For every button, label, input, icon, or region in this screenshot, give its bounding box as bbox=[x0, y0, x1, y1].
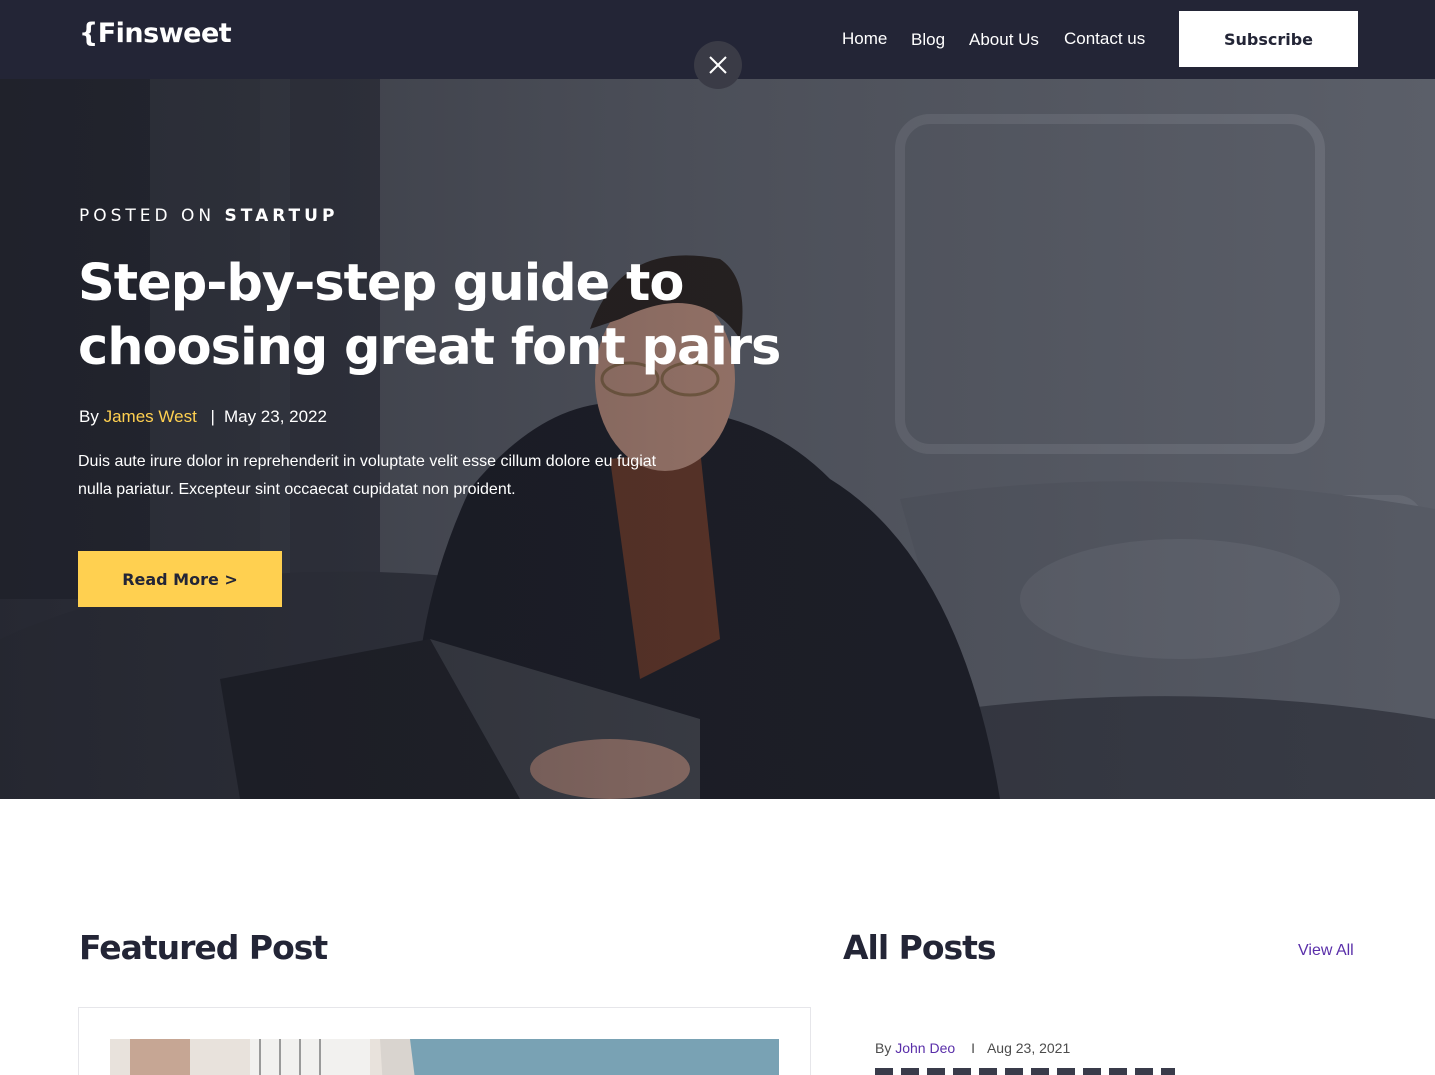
posted-prefix: POSTED ON bbox=[79, 206, 216, 226]
all-posts-heading: All Posts bbox=[843, 928, 997, 967]
posted-on-label: POSTED ON STARTUP bbox=[79, 206, 338, 226]
post-meta: By John Deo I Aug 23, 2021 bbox=[875, 1040, 1070, 1056]
logo[interactable]: {Finsweet bbox=[79, 18, 232, 49]
subscribe-button[interactable]: Subscribe bbox=[1179, 11, 1358, 67]
featured-image-art bbox=[110, 1039, 779, 1075]
hero-author-link[interactable]: James West bbox=[104, 407, 197, 426]
hero-section bbox=[0, 79, 1435, 799]
post-by: By bbox=[875, 1040, 892, 1056]
featured-post-image[interactable] bbox=[110, 1039, 779, 1075]
post-meta-separator: I bbox=[971, 1040, 975, 1056]
post-date: Aug 23, 2021 bbox=[986, 1040, 1071, 1056]
post-author-link[interactable]: John Deo bbox=[895, 1040, 955, 1056]
nav-link-home[interactable]: Home bbox=[842, 29, 887, 49]
posted-category[interactable]: STARTUP bbox=[225, 206, 339, 226]
close-button[interactable] bbox=[694, 41, 742, 89]
hero-date: May 23, 2022 bbox=[223, 407, 327, 426]
nav-link-about-us[interactable]: About Us bbox=[969, 30, 1039, 50]
hero-overlay bbox=[0, 79, 1435, 799]
hero-description: Duis aute irure dolor in reprehenderit i… bbox=[78, 453, 657, 498]
hero-title: Step-by-step guide to choosing great fon… bbox=[78, 254, 781, 377]
view-all-link[interactable]: View All bbox=[1298, 942, 1354, 960]
hero-by: By bbox=[79, 407, 99, 426]
read-more-button[interactable]: Read More > bbox=[78, 551, 282, 607]
featured-post-card[interactable] bbox=[78, 1007, 811, 1075]
hero-meta: By James West | May 23, 2022 bbox=[79, 407, 327, 427]
nav-link-blog[interactable]: Blog bbox=[911, 30, 945, 50]
featured-post-heading: Featured Post bbox=[79, 928, 328, 967]
post-title-peek[interactable] bbox=[875, 1068, 1175, 1075]
nav-link-contact-us[interactable]: Contact us bbox=[1064, 29, 1145, 49]
close-icon bbox=[709, 56, 727, 74]
hero-meta-separator: | bbox=[210, 407, 215, 426]
